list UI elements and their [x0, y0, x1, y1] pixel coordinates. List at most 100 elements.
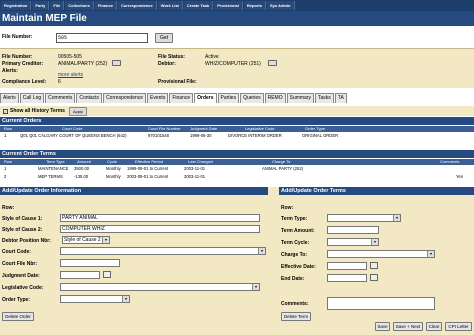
menu-correspondence[interactable]: Correspondence — [117, 1, 157, 10]
info-file-number-label: File Number: — [2, 54, 33, 60]
current-orders-header: Current Orders — [0, 117, 474, 125]
tab-contacts[interactable]: Contacts — [76, 93, 103, 103]
menu-provisional[interactable]: Provisional — [214, 1, 243, 10]
primary-creditor-value: ANIMAL/PARTY (252) — [58, 61, 108, 67]
end-date-input[interactable] — [327, 274, 367, 282]
tab-finance[interactable]: Finance — [169, 93, 194, 103]
info-file-number-value: 00505-505 — [58, 54, 82, 60]
tab-ta[interactable]: TA — [334, 93, 347, 103]
menu-collections[interactable]: Collections — [65, 1, 94, 10]
term-amount-label: Term Amount: — [281, 228, 315, 234]
judgment-date-input[interactable] — [60, 271, 100, 279]
file-status-value: Active — [205, 54, 219, 60]
order-type-label: Order Type: — [2, 297, 30, 303]
court-code-label: Court Code: — [2, 249, 31, 255]
row-label: Row: — [2, 205, 15, 211]
col-order-type: Order Type — [305, 126, 325, 131]
col-row: Row — [4, 126, 13, 131]
debtor-position-select[interactable]: Style of Cause 2 ▾ — [62, 236, 110, 244]
save-button[interactable]: Save — [375, 322, 390, 331]
comments-label: Comments: — [281, 301, 309, 307]
table-row[interactable]: 1 MAINTENANCE 3500.00 Monthly 1999-09-01… — [0, 166, 474, 172]
tab-parties[interactable]: Parties — [217, 93, 240, 103]
show-history-label: Show all History Terms — [10, 108, 65, 114]
term-cycle-select[interactable]: ▾ — [327, 238, 379, 246]
table-row[interactable]: 2 MEP TERMS -135.00 Monthly 2003-09-01 t… — [0, 174, 474, 180]
calendar-icon[interactable] — [370, 262, 378, 269]
show-history-checkbox[interactable]: ✓ — [3, 108, 8, 114]
debtor-lookup-icon[interactable] — [268, 60, 277, 66]
chevron-down-icon: ▾ — [102, 237, 109, 243]
table-row[interactable]: 1 Q01 Q01 CALGARY COURT OF QUEENS BENCH … — [0, 133, 474, 139]
cpi-letter-button[interactable]: CPI Letter — [445, 322, 472, 331]
file-tabs: Alerts Call Log Comments Contacts Corres… — [0, 93, 348, 103]
tab-queries[interactable]: Queries — [240, 93, 264, 103]
court-file-nbr-label: Court File Nbr: — [2, 261, 37, 267]
debtor-position-label: Debtor Position Nbr: — [2, 238, 51, 244]
charge-to-select[interactable]: ▾ — [327, 250, 435, 258]
more-alerts-link[interactable]: more alerts — [58, 72, 83, 78]
debtor-label: Debtor: — [158, 61, 176, 67]
comments-textarea[interactable] — [327, 297, 435, 310]
col-judgment-date: Judgment Date — [190, 126, 218, 131]
col-court-code: Court Code — [62, 126, 83, 131]
tab-orders[interactable]: Orders — [194, 93, 217, 103]
menu-work-list[interactable]: Work List — [157, 1, 183, 10]
file-number-input[interactable]: 505 — [56, 33, 148, 43]
debtor-value: WHIZ/COMPUTER (251) — [205, 61, 261, 67]
delete-order-button[interactable]: Delete Order — [2, 312, 34, 321]
top-menu-bar: Registration Party File Collections Fina… — [0, 0, 474, 11]
tab-events[interactable]: Events — [147, 93, 169, 103]
delete-term-button[interactable]: Delete Term — [281, 312, 311, 321]
tab-alerts[interactable]: Alerts — [0, 93, 19, 103]
menu-finance[interactable]: Finance — [94, 1, 117, 10]
legislative-code-select[interactable]: ▾ — [60, 283, 260, 291]
creditor-lookup-icon[interactable] — [112, 60, 121, 66]
style-of-cause-1-input[interactable]: PARTY ANIMAL — [60, 214, 260, 222]
current-orders-table-header: Row Court Code Court File Number Judgmen… — [0, 126, 474, 132]
order-information-header: Add/Update Order Information — [0, 187, 268, 195]
court-file-nbr-input[interactable] — [60, 259, 120, 267]
col-legislative-code: Legislative Code — [245, 126, 275, 131]
clear-button[interactable]: Clear — [426, 322, 442, 331]
term-amount-input[interactable] — [327, 226, 379, 234]
compliance-level-value: 6 — [58, 79, 61, 85]
chevron-down-icon: ▾ — [393, 215, 400, 221]
menu-party[interactable]: Party — [32, 1, 50, 10]
term-row-label: Row: — [281, 205, 294, 211]
term-type-select[interactable]: ▾ — [327, 214, 401, 222]
file-status-label: File Status: — [158, 54, 185, 60]
term-type-label: Term Type: — [281, 216, 308, 222]
compliance-level-label: Compliance Level: — [2, 79, 47, 85]
menu-file[interactable]: File — [50, 1, 65, 10]
style-of-cause-2-input[interactable]: COMPUTER WHIZ — [60, 225, 260, 233]
get-button[interactable]: Get — [155, 33, 173, 43]
history-terms-bar: ✓ Show all History Terms Apply — [0, 106, 474, 116]
calendar-icon[interactable] — [370, 274, 378, 281]
menu-reports[interactable]: Reports — [243, 1, 266, 10]
style-of-cause-2-label: Style of Cause 2: — [2, 227, 43, 233]
term-cycle-label: Term Cycle: — [281, 240, 310, 246]
tab-remo[interactable]: REMO — [264, 93, 286, 103]
end-date-label: End Date: — [281, 276, 305, 282]
effective-date-input[interactable] — [327, 262, 367, 270]
menu-create-task[interactable]: Create Task — [183, 1, 214, 10]
tab-summary[interactable]: Summary — [286, 93, 315, 103]
tab-call-log[interactable]: Call Log — [19, 93, 45, 103]
style-of-cause-1-label: Style of Cause 1: — [2, 216, 43, 222]
order-type-select[interactable]: ▾ — [60, 295, 130, 303]
save-next-button[interactable]: Save + Next — [393, 322, 423, 331]
tab-correspondence[interactable]: Correspondence — [103, 93, 147, 103]
menu-registration[interactable]: Registration — [1, 1, 32, 10]
tab-comments[interactable]: Comments — [45, 93, 76, 103]
order-forms-area: Add/Update Order Information Add/Update … — [0, 187, 474, 335]
chevron-down-icon: ▾ — [427, 251, 434, 257]
provisional-file-label: Provisional File: — [158, 79, 197, 85]
apply-button[interactable]: Apply — [68, 106, 87, 116]
file-info-panel: File Number: 00505-505 Primary Creditor:… — [0, 48, 474, 88]
calendar-icon[interactable] — [103, 271, 111, 278]
charge-to-label: Charge To: — [281, 252, 308, 258]
tab-tasks[interactable]: Tasks — [315, 93, 334, 103]
court-code-select[interactable]: ▾ — [60, 247, 266, 255]
menu-sys-admin[interactable]: Sys Admin — [266, 1, 295, 10]
